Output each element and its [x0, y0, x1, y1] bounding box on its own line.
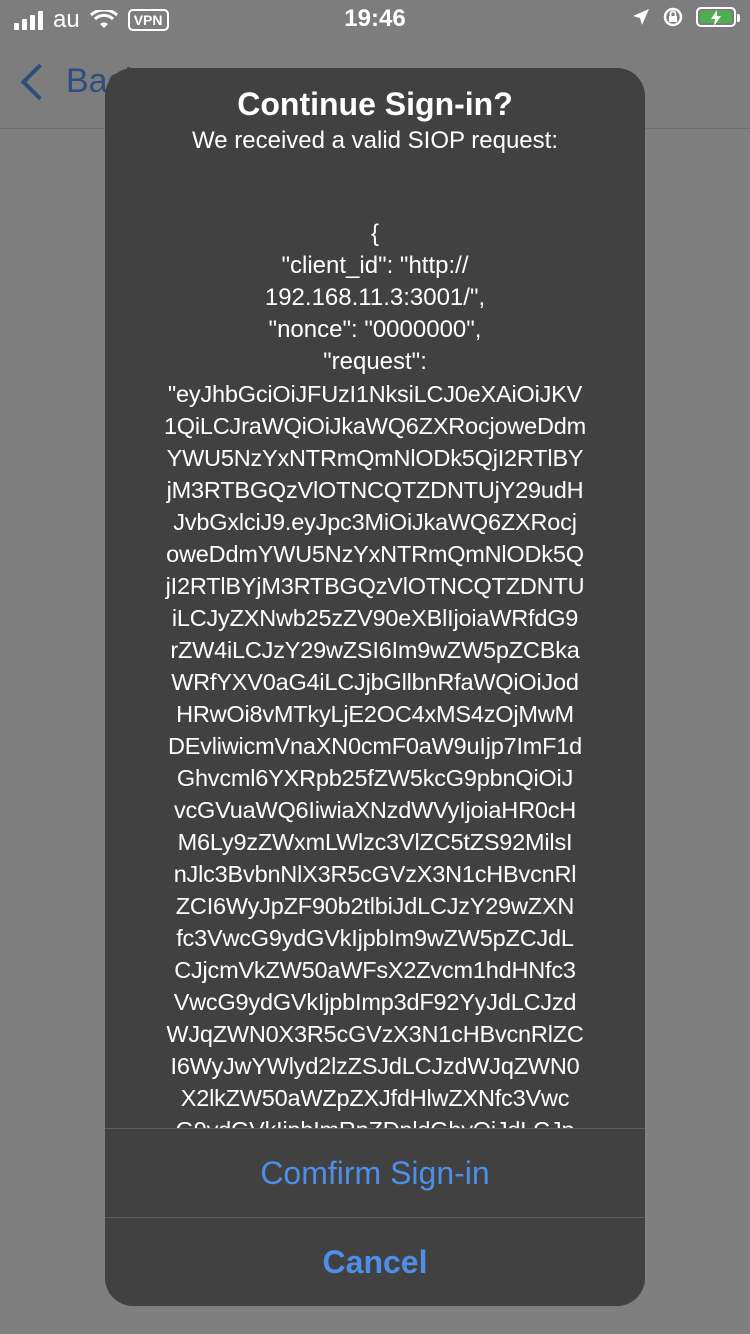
message-line: X2lkZW50aWZpZXJfdHlwZXNfc3Vwc — [180, 1085, 570, 1111]
orientation-lock-icon — [663, 7, 683, 27]
message-line: G9ydGVkIjpbImRpZDpldGhyOiJdLCJp — [105, 1114, 645, 1128]
message-line: iLCJyZXNwb25zZV90eXBlIjoiaWRfdG9 — [171, 605, 579, 631]
message-line: "eyJhbGciOiJFUzI1NksiLCJ0eXAiOiJKV — [167, 381, 583, 407]
message-line: "client_id": "http:// — [281, 252, 469, 279]
alert-title: Continue Sign-in? — [237, 86, 513, 122]
message-line: JvbGxlciJ9.eyJpc3MiOiJkaWQ6ZXRocj — [173, 509, 577, 535]
message-line: HRwOi8vMTkyLjE2OC4xMS4zOjMwM — [176, 701, 574, 727]
location-icon — [633, 9, 649, 25]
chevron-left-icon — [20, 63, 58, 100]
message-line: oweDdmYWU5NzYxNTRmQmNlODk5Q — [166, 541, 584, 567]
alert-message[interactable]: { "client_id": "http:// 192.168.11.3:3001/… — [105, 186, 645, 1128]
message-line: "request": — [323, 348, 427, 375]
message-line: ZCI6WyJpZF90b2tlbiJdLCJzY29wZXN — [175, 893, 575, 919]
message-line: fc3VwcG9ydGVkIjpbIm9wZW5pZCJdL — [176, 925, 574, 951]
message-line: jI2RTlBYjM3RTBGQzVlOTNCQTZDNTU — [165, 573, 585, 599]
status-right — [632, 6, 740, 28]
message-line: WRfYXV0aG4iLCJjbGllbnRfaWQiOiJod — [171, 669, 579, 695]
message-line: Ghvcml6YXRpb25fZW5kcG9pbnQiOiJ — [176, 765, 574, 791]
message-line: WJqZWN0X3R5cGVzX3N1cHBvcnRlZC — [166, 1021, 584, 1047]
message-line: DEvliwicmVnaXN0cmF0aW9uIjp7ImF1d — [167, 733, 583, 759]
message-line: jM3RTBGQzVlOTNCQTZDNTUjY29udH — [166, 477, 584, 503]
confirm-sign-in-button[interactable]: Comfirm Sign-in — [105, 1129, 645, 1217]
cancel-button[interactable]: Cancel — [105, 1218, 645, 1306]
message-line: 1QiLCJraWQiOiJkaWQ6ZXRocjoweDdm — [163, 413, 587, 439]
message-line: I6WyJwYWlyd2lzZSJdLCJzdWJqZWN0 — [170, 1053, 580, 1079]
battery-charging-icon — [696, 7, 740, 27]
message-line: 192.168.11.3:3001/", — [264, 284, 486, 311]
message-line: CJjcmVkZW50aWFsX2Zvcm1hdHNfc3 — [174, 957, 576, 983]
message-line: nJlc3BvbnNlX3R5cGVzX3N1cHBvcnRl — [173, 861, 577, 887]
sign-in-alert: Continue Sign-in? We received a valid SI… — [105, 68, 645, 1306]
message-line: "nonce": "0000000", — [268, 316, 482, 343]
message-line: rZW4iLCJzY29wZSI6Im9wZW5pZCBka — [170, 637, 580, 663]
message-line: M6Ly9zZWxmLWlzc3VlZC5tZS92MilsI — [177, 829, 573, 855]
message-line: YWU5NzYxNTRmQmNlODk5QjI2RTlBY — [166, 445, 584, 471]
alert-header: Continue Sign-in? We received a valid SI… — [105, 68, 645, 156]
message-line: { — [370, 220, 379, 247]
message-line — [105, 186, 645, 218]
status-bar: au VPN 19:46 — [0, 0, 750, 40]
message-line: VwcG9ydGVkIjpbImp3dF92YyJdLCJzd — [173, 989, 577, 1015]
message-line: vcGVuaWQ6IiwiaXNzdWVyIjoiaHR0cH — [173, 797, 577, 823]
alert-subtitle: We received a valid SIOP request: — [192, 127, 558, 154]
